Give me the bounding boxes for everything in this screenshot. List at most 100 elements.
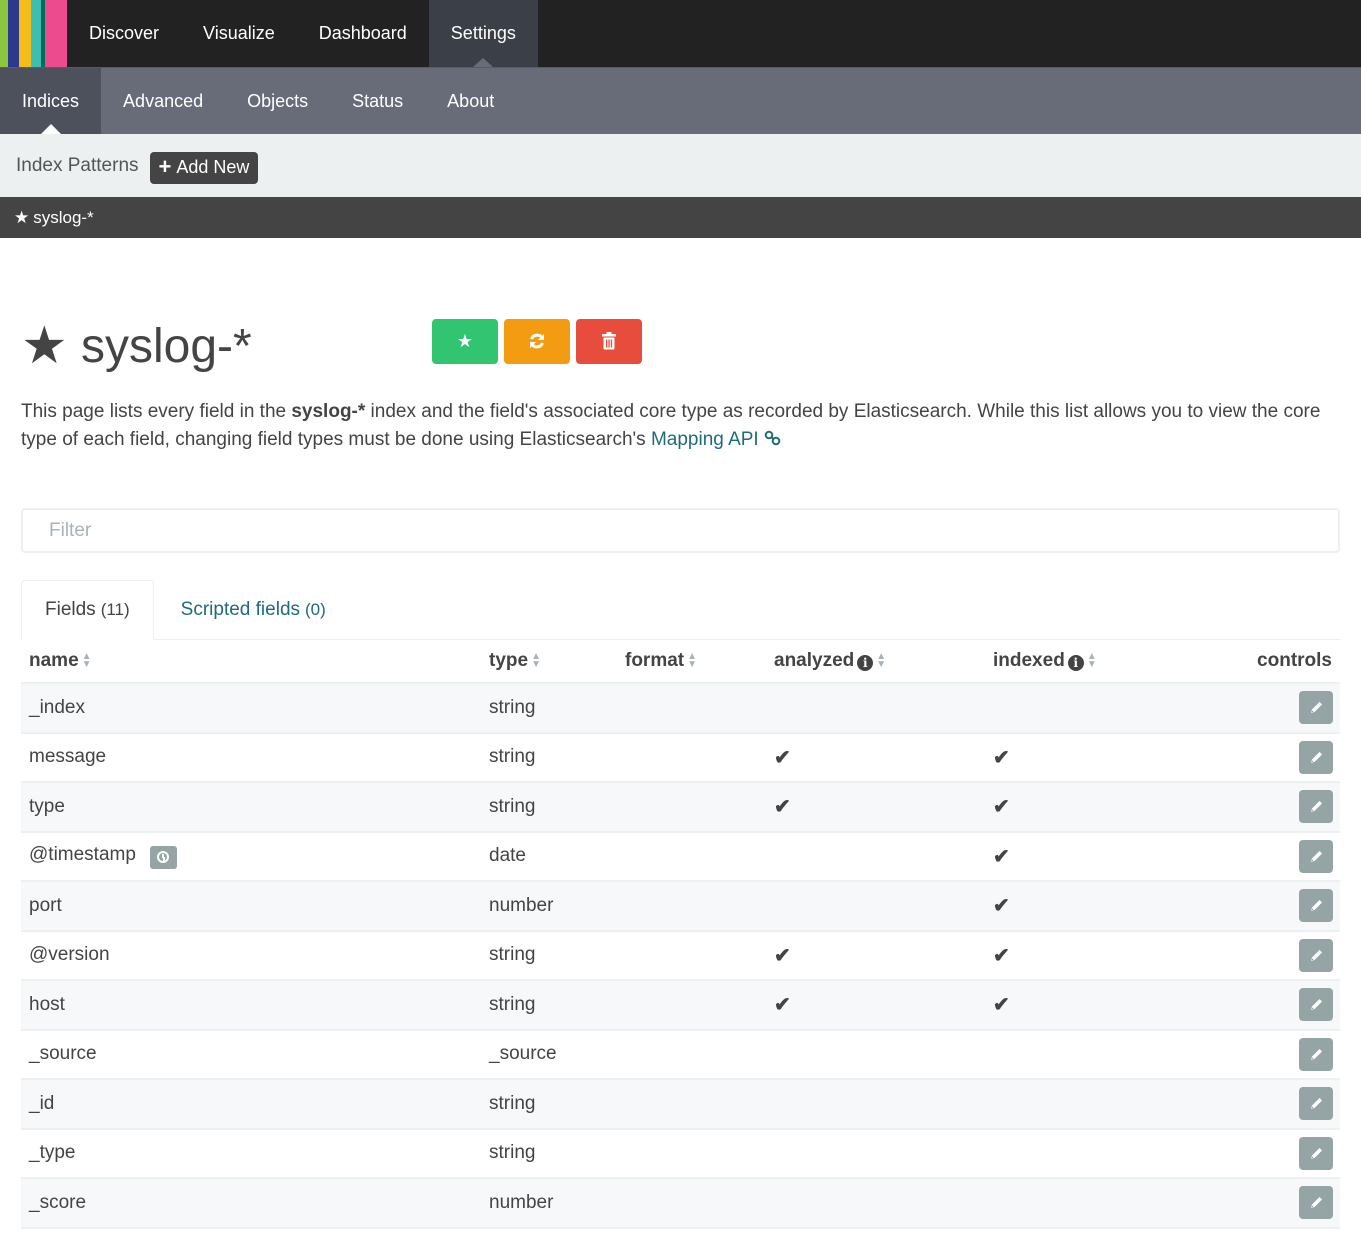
field-name-cell: message xyxy=(21,732,481,783)
field-indexed: ✔ xyxy=(985,930,1145,981)
default-star-icon: ★ xyxy=(21,317,68,375)
field-name: @timestamp xyxy=(29,844,136,865)
field-name-cell: _source xyxy=(21,1029,481,1080)
field-format xyxy=(617,782,766,833)
trash-icon xyxy=(602,332,616,350)
pencil-icon xyxy=(1310,702,1322,714)
check-icon: ✔ xyxy=(774,944,791,967)
subnav-advanced[interactable]: Advanced xyxy=(101,68,225,134)
field-format xyxy=(617,1029,766,1080)
field-name: _id xyxy=(29,1092,55,1114)
column-header-label: format xyxy=(625,650,685,671)
tab-fields[interactable]: Fields (11) xyxy=(21,580,154,640)
mapping-api-link[interactable]: Mapping API xyxy=(651,429,782,450)
field-name: _score xyxy=(29,1191,87,1213)
delete-pattern-button[interactable] xyxy=(576,318,642,364)
page-description: This page lists every field in the syslo… xyxy=(21,398,1340,454)
pattern-list-label: syslog-* xyxy=(33,207,94,227)
edit-field-button[interactable] xyxy=(1299,691,1333,725)
refresh-fields-button[interactable] xyxy=(504,318,570,364)
external-link-icon xyxy=(764,430,781,446)
field-name-cell: _id xyxy=(21,1079,481,1130)
field-analyzed: ✔ xyxy=(766,980,985,1031)
nav-discover[interactable]: Discover xyxy=(67,0,181,67)
field-controls xyxy=(1145,831,1340,882)
check-icon: ✔ xyxy=(993,944,1010,967)
field-indexed: ✔ xyxy=(985,782,1145,833)
field-analyzed xyxy=(766,1079,985,1130)
edit-field-button[interactable] xyxy=(1299,1087,1333,1121)
column-header-label: analyzed xyxy=(774,650,855,671)
edit-field-button[interactable] xyxy=(1299,1136,1333,1170)
edit-field-button[interactable] xyxy=(1299,1037,1333,1071)
subnav-status[interactable]: Status xyxy=(330,68,425,134)
kibana-logo[interactable] xyxy=(0,0,67,67)
logo-stripe xyxy=(31,0,41,67)
column-header-analyzed[interactable]: analyzed i ▲ ▼ xyxy=(766,640,985,684)
field-indexed: ✔ xyxy=(985,732,1145,783)
column-header-type[interactable]: type ▲ ▼ xyxy=(481,640,617,684)
field-name: _source xyxy=(29,1043,97,1065)
field-name: _type xyxy=(29,1142,76,1164)
tab-scripted-fields-count: (0) xyxy=(305,599,326,619)
table-row: _score number xyxy=(21,1178,1340,1229)
info-icon[interactable]: i xyxy=(1067,655,1084,671)
pencil-icon xyxy=(1310,850,1322,862)
subnav-objects[interactable]: Objects xyxy=(225,68,330,134)
subnav-about[interactable]: About xyxy=(425,68,516,134)
subnav-indices[interactable]: Indices xyxy=(0,68,102,134)
column-header-indexed[interactable]: indexed i ▲ ▼ xyxy=(985,640,1145,684)
field-controls xyxy=(1145,930,1340,981)
tab-fields-label: Fields xyxy=(45,599,96,620)
field-indexed: ✔ xyxy=(985,980,1145,1031)
edit-field-button[interactable] xyxy=(1299,740,1333,774)
clock-icon xyxy=(157,851,170,863)
column-header-label: controls xyxy=(1257,650,1332,671)
page-title: syslog-* xyxy=(81,319,252,373)
tab-scripted-fields[interactable]: Scripted fields (0) xyxy=(154,580,349,639)
nav-visualize[interactable]: Visualize xyxy=(181,0,297,67)
check-icon: ✔ xyxy=(993,994,1010,1017)
field-type: string xyxy=(481,930,617,981)
field-format xyxy=(617,1128,766,1179)
field-controls xyxy=(1145,732,1340,783)
time-field-badge xyxy=(149,845,177,869)
table-row: port number ✔ xyxy=(21,881,1340,932)
pencil-icon xyxy=(1310,1147,1322,1159)
nav-dashboard[interactable]: Dashboard xyxy=(297,0,429,67)
set-default-button[interactable]: ★ xyxy=(432,318,498,364)
table-row: _type string xyxy=(21,1128,1340,1179)
check-icon: ✔ xyxy=(774,994,791,1017)
edit-field-button[interactable] xyxy=(1299,790,1333,824)
check-icon: ✔ xyxy=(993,895,1010,918)
edit-field-button[interactable] xyxy=(1299,1186,1333,1220)
field-name-cell: @version xyxy=(21,930,481,981)
field-name-cell: _index xyxy=(21,683,481,734)
pattern-list-item[interactable]: ★ syslog-* xyxy=(0,197,1361,238)
column-header-name[interactable]: name ▲ ▼ xyxy=(21,640,481,684)
pattern-header: ★ syslog-* ★ xyxy=(21,316,1340,376)
field-name: _index xyxy=(29,696,85,718)
edit-field-button[interactable] xyxy=(1299,988,1333,1022)
settings-subnav: Indices Advanced Objects Status About xyxy=(0,67,1361,134)
nav-settings[interactable]: Settings xyxy=(428,0,538,67)
check-icon: ✔ xyxy=(774,746,791,769)
column-header-controls: controls xyxy=(1145,640,1340,684)
edit-field-button[interactable] xyxy=(1299,889,1333,923)
filter-input[interactable] xyxy=(47,518,1338,543)
add-new-pattern-button[interactable]: + Add New xyxy=(149,151,259,184)
edit-field-button[interactable] xyxy=(1299,839,1333,873)
field-format xyxy=(617,732,766,783)
info-icon[interactable]: i xyxy=(857,655,874,671)
field-indexed: ✔ xyxy=(985,881,1145,932)
field-format xyxy=(617,683,766,734)
logo-stripe xyxy=(45,0,67,67)
filter-field[interactable] xyxy=(21,508,1340,553)
check-icon: ✔ xyxy=(774,796,791,819)
description-index-name: syslog-* xyxy=(291,401,366,422)
table-row: type string ✔ ✔ xyxy=(21,782,1340,833)
fields-table: name ▲ ▼ type ▲ ▼ format ▲ ▼ analyzed i ▲ ▼ index… xyxy=(21,640,1340,1229)
edit-field-button[interactable] xyxy=(1299,938,1333,972)
column-header-format[interactable]: format ▲ ▼ xyxy=(617,640,766,684)
refresh-icon xyxy=(530,333,544,349)
